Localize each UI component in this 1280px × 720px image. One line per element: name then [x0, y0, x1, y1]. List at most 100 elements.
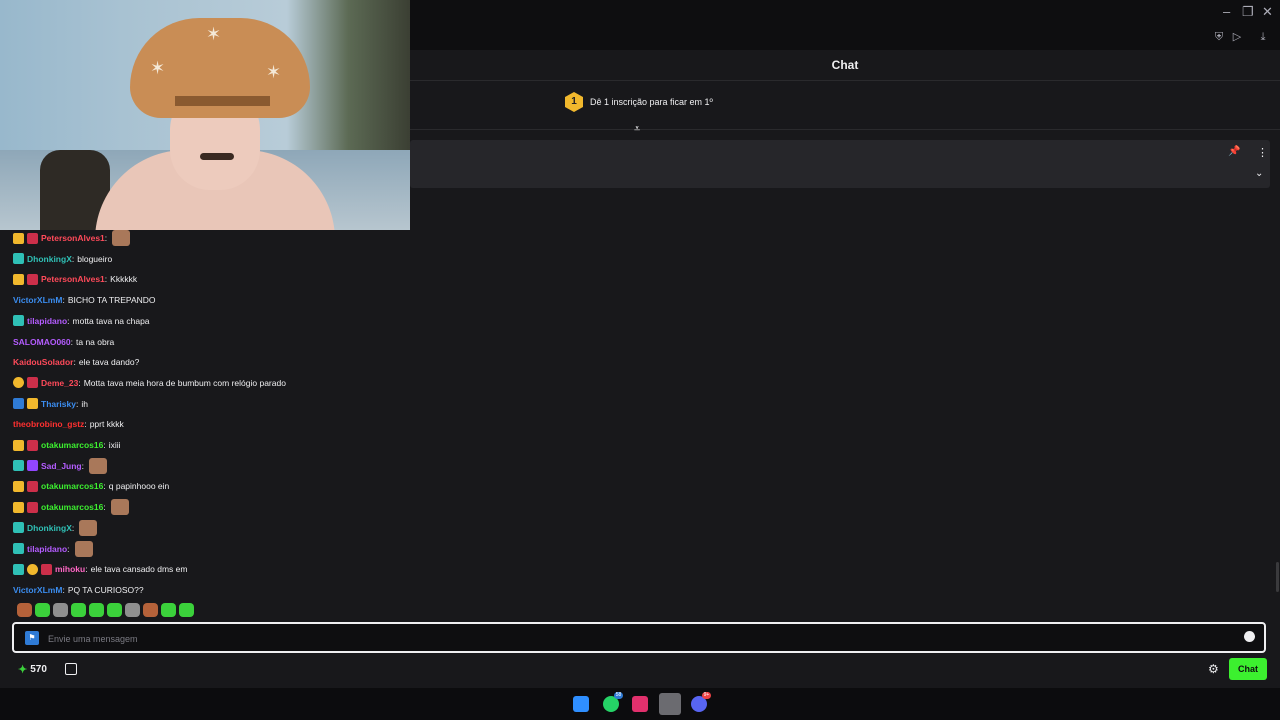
- chat-separator: :: [81, 460, 84, 471]
- chat-message: theobrobino_gstz: pprt kkkk: [13, 416, 124, 432]
- chat-emote-icon[interactable]: [112, 230, 131, 246]
- emote-icon[interactable]: [53, 603, 68, 617]
- chat-separator: :: [67, 315, 70, 326]
- close-icon[interactable]: ✕: [1262, 4, 1273, 20]
- heart-badge-icon[interactable]: [27, 232, 38, 244]
- subscriber-badge-icon[interactable]: [13, 563, 24, 575]
- chat-message-text: pprt kkkk: [89, 419, 124, 430]
- emote-icon[interactable]: [143, 603, 158, 617]
- chat-username[interactable]: PetersonAlves1: [41, 230, 105, 246]
- emote-icon[interactable]: [107, 603, 122, 617]
- subscription-leaderboard[interactable]: 1 Dê 1 inscrição para ficar em 1º: [410, 81, 1280, 130]
- subscriber-badge-icon[interactable]: [13, 543, 24, 554]
- chat-username[interactable]: otakumarcos16: [41, 499, 103, 515]
- crown-badge-icon[interactable]: [27, 398, 38, 410]
- chat-username[interactable]: VictorXLmM: [13, 292, 62, 308]
- emote-icon[interactable]: [71, 603, 86, 617]
- chat-message: otakumarcos16: q papinhooo ein: [13, 478, 169, 494]
- collapse-icon[interactable]: ⩡: [634, 123, 640, 136]
- subscriber-badge-icon[interactable]: [13, 315, 24, 327]
- emote-icon[interactable]: [89, 603, 104, 617]
- crown-badge-icon[interactable]: [13, 273, 24, 285]
- subscriber-badge-icon[interactable]: [13, 522, 24, 534]
- heart-badge-icon[interactable]: [41, 563, 52, 575]
- chat-username[interactable]: KaidouSolador: [13, 354, 73, 370]
- chat-username[interactable]: Tharisky: [41, 396, 76, 412]
- subscriber-badge-icon[interactable]: [13, 253, 24, 265]
- more-options-icon[interactable]: ⋮: [1257, 146, 1268, 159]
- chat-message-text: ele tava dando?: [78, 357, 140, 368]
- settings-gear-icon[interactable]: ⚙: [1208, 662, 1219, 676]
- chat-username[interactable]: theobrobino_gstz: [13, 416, 84, 432]
- chat-emote-icon[interactable]: [74, 540, 93, 557]
- shield-icon[interactable]: ⛨: [1213, 31, 1225, 43]
- crown-badge-icon[interactable]: [13, 480, 24, 492]
- heart-badge-icon[interactable]: [27, 273, 38, 285]
- emote-icon[interactable]: [161, 603, 176, 617]
- crown-badge-icon[interactable]: [13, 232, 24, 244]
- chat-emote-icon[interactable]: [79, 519, 98, 536]
- purple-badge-icon[interactable]: [27, 460, 38, 472]
- chat-message: DhonkingX:: [13, 519, 98, 536]
- channel-points[interactable]: ✦ 570: [18, 663, 47, 676]
- emote-icon[interactable]: [17, 603, 32, 617]
- heart-badge-icon[interactable]: [27, 501, 38, 513]
- chat-username[interactable]: mihoku: [55, 561, 85, 577]
- heart-badge-icon[interactable]: [27, 480, 38, 492]
- chat-username[interactable]: SALOMAO060: [13, 334, 71, 350]
- download-icon[interactable]: ⤓: [1257, 31, 1269, 43]
- chat-username[interactable]: otakumarcos16: [41, 437, 103, 453]
- chat-username[interactable]: otakumarcos16: [41, 478, 103, 494]
- chat-username[interactable]: Sad_Jung: [41, 458, 82, 474]
- chat-send-button[interactable]: Chat: [1229, 658, 1267, 680]
- chat-separator: :: [75, 398, 79, 409]
- emote-icon[interactable]: [179, 603, 194, 617]
- emoji-picker-icon[interactable]: [1244, 631, 1255, 642]
- webcam-hat-band: [175, 96, 270, 106]
- chat-separator: :: [103, 440, 106, 450]
- active-app-icon[interactable]: [659, 693, 681, 715]
- chat-emote-icon[interactable]: [110, 499, 129, 516]
- restore-icon[interactable]: ❐: [1242, 4, 1254, 20]
- instagram-icon[interactable]: [632, 696, 648, 712]
- webcam-mustache: [200, 153, 234, 160]
- chat-message: VictorXLmM: PQ TA CURIOSO??: [13, 582, 144, 598]
- chat-separator: :: [85, 564, 88, 575]
- emote-icon[interactable]: [125, 603, 140, 617]
- crown-badge-icon[interactable]: [13, 439, 24, 451]
- chat-username[interactable]: Deme_23: [41, 375, 78, 391]
- hat-star-icon: ✶: [206, 24, 222, 44]
- scrollbar[interactable]: [1276, 562, 1279, 592]
- chat-username[interactable]: PetersonAlves1: [41, 271, 105, 287]
- minimize-icon[interactable]: –: [1223, 4, 1230, 19]
- heart-badge-icon[interactable]: [27, 377, 38, 389]
- pin-icon[interactable]: 📌: [1228, 146, 1240, 157]
- chat-separator: :: [104, 274, 108, 285]
- store-icon[interactable]: [65, 663, 77, 675]
- subscriber-badge-icon[interactable]: [13, 460, 24, 472]
- chat-username[interactable]: DhonkingX: [27, 520, 72, 536]
- chat-emote-icon[interactable]: [89, 457, 107, 474]
- chat-username[interactable]: tilapidano: [27, 313, 67, 329]
- send-icon[interactable]: ▷: [1231, 31, 1243, 43]
- chat-message: KaidouSolador: ele tava dando?: [13, 354, 139, 370]
- chat-header: Chat: [410, 50, 1280, 81]
- windows-start-icon[interactable]: [573, 696, 589, 712]
- chat-username[interactable]: DhonkingX: [27, 251, 72, 267]
- crown-badge-icon[interactable]: [13, 501, 24, 513]
- chat-message-input[interactable]: [46, 629, 1230, 649]
- gift-badge-icon[interactable]: [27, 563, 38, 575]
- heart-badge-icon[interactable]: [27, 439, 38, 451]
- pinned-message-panel[interactable]: [410, 140, 1270, 188]
- vip-badge-icon[interactable]: [13, 398, 24, 410]
- chat-message-text: ih: [81, 398, 88, 409]
- chat-message-text: Motta tava meia hora de bumbum com relóg…: [83, 377, 286, 388]
- chat-username[interactable]: VictorXLmM: [13, 582, 62, 598]
- gift-badge-icon[interactable]: [13, 377, 24, 389]
- chat-username[interactable]: tilapidano: [27, 541, 67, 557]
- channel-points-value: 570: [30, 664, 47, 675]
- chat-message-text: motta tava na chapa: [72, 315, 150, 326]
- chevron-down-icon[interactable]: ⌄: [1255, 168, 1263, 179]
- chat-message: VictorXLmM: BICHO TA TREPANDO: [13, 292, 156, 308]
- emote-icon[interactable]: [35, 603, 50, 617]
